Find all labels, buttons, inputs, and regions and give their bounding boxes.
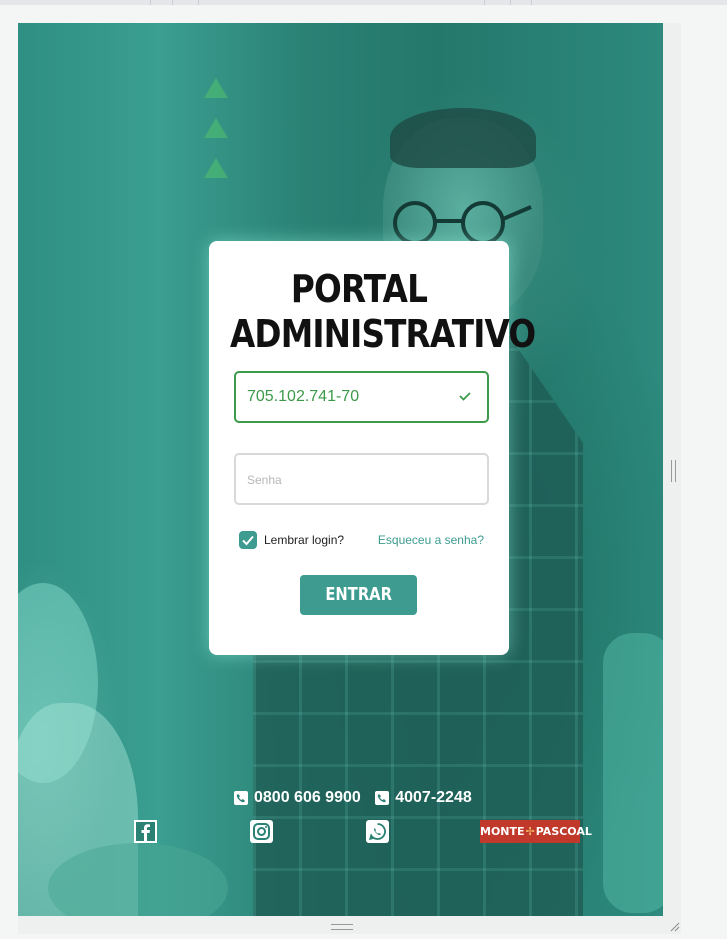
background-person-hair <box>390 108 536 168</box>
password-field[interactable]: Senha <box>234 453 489 505</box>
phone-item-1: 0800 606 9900 <box>234 789 361 807</box>
remember-checkbox[interactable] <box>239 531 257 549</box>
browser-top-bar <box>0 0 727 5</box>
contact-phones: 0800 606 9900 4007-2248 <box>234 789 482 811</box>
phone-icon <box>234 791 248 805</box>
background-glasses <box>393 201 532 245</box>
whatsapp-icon[interactable] <box>366 820 389 843</box>
forgot-password-link[interactable]: Esqueceu a senha? <box>378 533 484 547</box>
brand-logo: MONTE✢PASCOAL <box>480 820 592 843</box>
phone-number-2[interactable]: 4007-2248 <box>395 789 472 807</box>
checkmark-icon <box>242 535 254 546</box>
brand-logo-right: PASCOAL <box>535 825 592 838</box>
resize-handle-right[interactable] <box>671 460 676 482</box>
resize-corner-icon[interactable] <box>668 920 680 932</box>
facebook-icon[interactable] <box>134 820 157 843</box>
background-arm-right <box>603 633 663 913</box>
page-title: PORTAL ADMINISTRATIVO <box>230 267 536 357</box>
password-placeholder: Senha <box>247 473 282 487</box>
page-title-line2: ADMINISTRATIVO <box>230 312 536 356</box>
page-title-line1: PORTAL <box>290 267 428 311</box>
phone-number-1[interactable]: 0800 606 9900 <box>254 789 361 807</box>
submit-button-label: ENTRAR <box>325 584 392 605</box>
login-field-value: 705.102.741-70 <box>247 388 360 405</box>
submit-button[interactable]: ENTRAR <box>300 575 417 615</box>
phone-icon <box>375 791 390 805</box>
remember-row: Lembrar login? Esqueceu a senha? <box>239 531 489 551</box>
remember-label[interactable]: Lembrar login? <box>264 533 344 547</box>
phone-item-2: 4007-2248 <box>375 789 472 807</box>
login-card: PORTAL ADMINISTRATIVO 705.102.741-70 Sen… <box>209 241 536 655</box>
resize-handle-bottom[interactable] <box>331 924 353 930</box>
background-arrow-marks <box>204 78 228 178</box>
login-background: PORTAL ADMINISTRATIVO 705.102.741-70 Sen… <box>18 23 663 916</box>
login-field[interactable]: 705.102.741-70 <box>234 371 489 423</box>
instagram-icon[interactable] <box>250 820 273 843</box>
brand-logo-left: MONTE <box>480 825 525 838</box>
valid-check-icon <box>459 392 471 401</box>
brand-logo-mark: ✢ <box>525 825 535 838</box>
